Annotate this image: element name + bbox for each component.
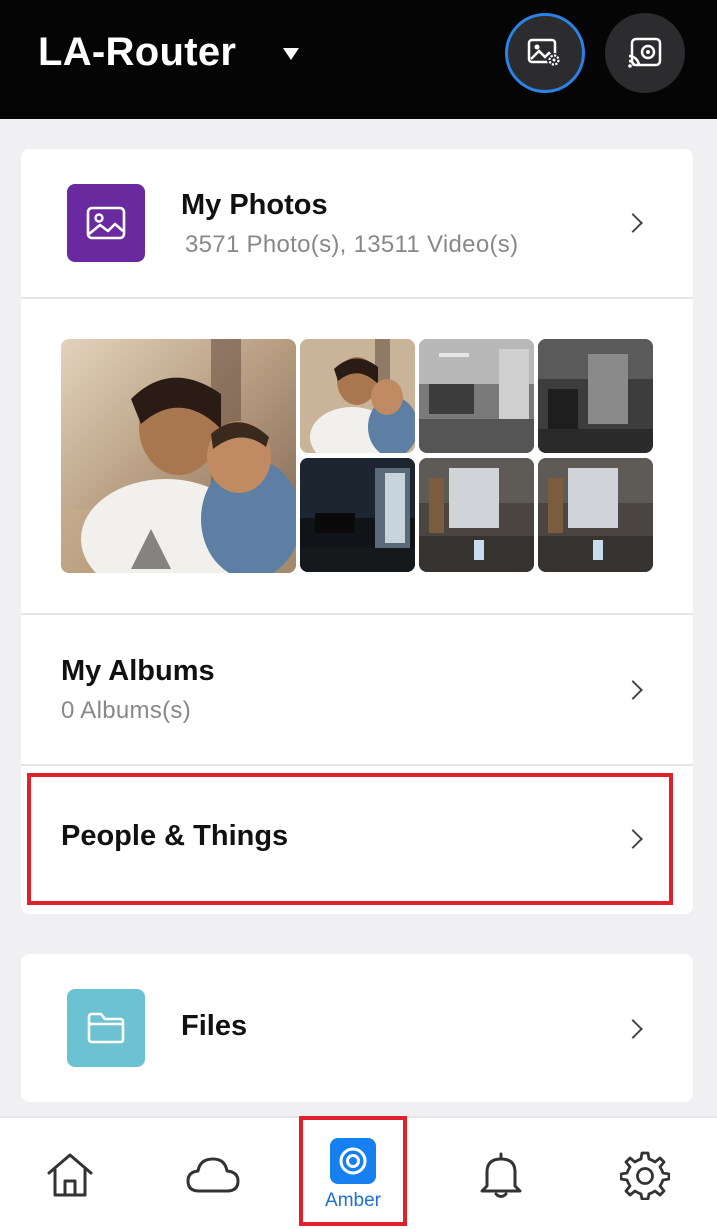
folder-icon [87, 1012, 125, 1044]
chevron-right-icon [623, 213, 643, 233]
people-and-things-highlight [27, 773, 673, 905]
office-camera-frame-4[interactable] [538, 458, 653, 572]
files-tile [67, 989, 145, 1067]
my-photos-row[interactable]: My Photos 3571 Photo(s), 13511 Video(s) [21, 149, 693, 297]
image-icon [86, 206, 126, 240]
router-name[interactable]: LA-Router [38, 30, 236, 75]
photo-thumbnails [21, 299, 693, 613]
photo-settings-button[interactable] [505, 13, 585, 93]
cast-button[interactable] [605, 13, 685, 93]
my-photos-tile [67, 184, 145, 262]
bell-icon [480, 1152, 522, 1198]
cloud-icon [186, 1157, 240, 1192]
gear-icon [620, 1151, 670, 1200]
nav-notifications[interactable] [456, 1118, 546, 1229]
my-albums-title: My Albums [61, 655, 215, 687]
files-card[interactable]: Files [21, 954, 693, 1102]
nav-cloud[interactable] [168, 1118, 258, 1229]
cast-icon [628, 37, 662, 68]
office-camera-frame-3[interactable] [419, 458, 534, 572]
office-camera-frame-2[interactable] [538, 339, 653, 453]
nav-settings[interactable] [600, 1118, 690, 1229]
mother-and-child-photo-small[interactable] [300, 339, 415, 453]
home-icon [47, 1153, 93, 1196]
router-dropdown-icon[interactable] [283, 48, 299, 60]
chevron-right-icon [623, 1019, 643, 1039]
files-title: Files [181, 1010, 248, 1042]
my-photos-count: 3571 Photo(s), 13511 Video(s) [185, 231, 519, 258]
my-photos-title: My Photos [181, 189, 328, 221]
my-albums-row[interactable]: My Albums 0 Albums(s) [21, 615, 693, 765]
my-albums-count: 0 Albums(s) [61, 697, 192, 724]
amber-tab-highlight [299, 1116, 407, 1226]
chevron-right-icon [623, 680, 643, 700]
nav-home[interactable] [25, 1118, 115, 1229]
mother-and-child-photo[interactable] [61, 339, 296, 573]
office-camera-frame-1[interactable] [419, 339, 534, 453]
photo-settings-icon [527, 38, 561, 67]
office-camera-frame-night[interactable] [300, 458, 415, 572]
top-bar: LA-Router [0, 0, 717, 119]
